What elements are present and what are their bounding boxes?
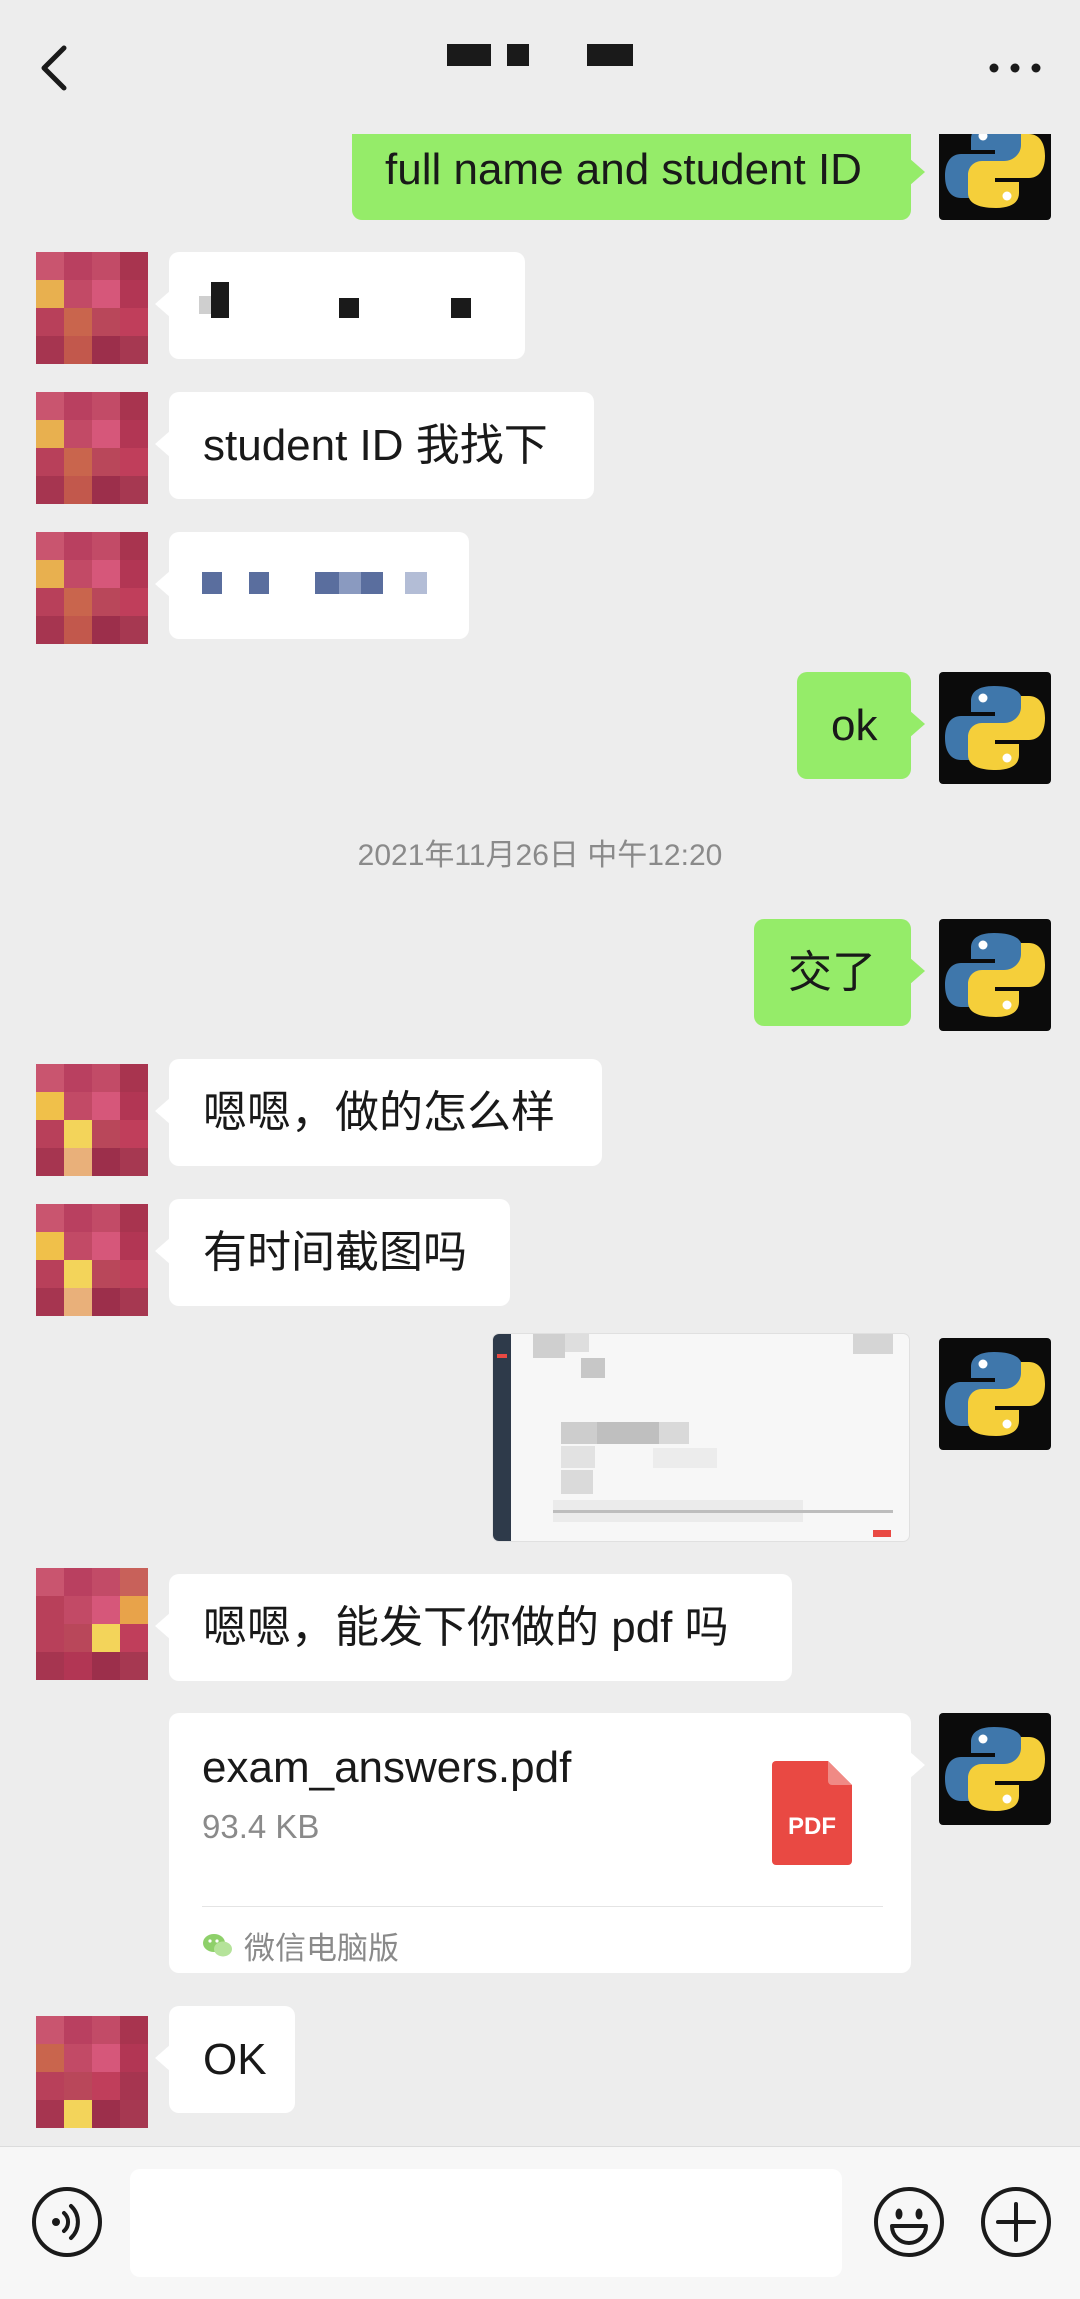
python-logo-icon (945, 1727, 1045, 1811)
message-text: 交了 (788, 948, 876, 997)
redacted-text (199, 296, 211, 314)
message-text: full name and student ID (385, 145, 862, 194)
redacted-text (339, 298, 359, 318)
python-logo-icon (945, 933, 1045, 1017)
chat-header (0, 0, 1080, 134)
wechat-icon (203, 1933, 232, 1956)
message-list[interactable]: full name and student ID student ID 我找下 (0, 0, 1080, 2146)
message-bubble-received[interactable]: 有时间截图吗 (155, 1199, 510, 1306)
divider (202, 1906, 883, 1907)
voice-icon (32, 2187, 102, 2257)
chat-input-bar (0, 2146, 1080, 2299)
redacted-text (361, 572, 383, 594)
contact-avatar[interactable] (36, 1064, 148, 1176)
message-text: ok (831, 701, 878, 750)
message-timestamp: 2021年11月26日 中午12:20 (357, 839, 723, 872)
image-message-thumbnail[interactable] (493, 1334, 909, 1541)
more-dots-icon (989, 63, 1041, 73)
redacted-text (405, 572, 427, 594)
message-bubble-received[interactable]: 嗯嗯，做的怎么样 (155, 1059, 602, 1166)
file-source-label: 微信电脑版 (244, 1931, 399, 1966)
redacted-text (211, 282, 229, 318)
contact-avatar[interactable] (36, 1568, 148, 1680)
plus-icon (981, 2187, 1051, 2257)
message-bubble-received[interactable] (155, 532, 469, 639)
voice-input-button[interactable] (30, 2185, 104, 2259)
message-bubble-sent[interactable]: ok (797, 672, 925, 779)
pdf-file-icon: PDF (772, 1761, 852, 1865)
emoji-button[interactable] (872, 2185, 946, 2259)
message-input[interactable] (130, 2169, 842, 2277)
my-avatar[interactable] (939, 919, 1051, 1031)
message-bubble-received[interactable]: student ID 我找下 (155, 392, 594, 499)
contact-avatar[interactable] (36, 1204, 148, 1316)
message-bubble-received[interactable] (155, 252, 525, 359)
contact-avatar[interactable] (36, 392, 148, 504)
redacted-title (447, 44, 491, 66)
python-logo-icon (945, 1352, 1045, 1436)
pdf-label: PDF (788, 1813, 836, 1840)
file-message-card[interactable]: exam_answers.pdf 93.4 KB PDF 微信电脑版 (169, 1713, 925, 1973)
more-functions-button[interactable] (979, 2185, 1053, 2259)
redacted-text (202, 572, 222, 594)
chat-title (0, 44, 1080, 88)
more-options-button[interactable] (980, 40, 1050, 96)
contact-avatar[interactable] (36, 252, 148, 364)
message-text: student ID 我找下 (203, 421, 548, 470)
redacted-text (315, 572, 339, 594)
redacted-title (587, 44, 633, 66)
message-bubble-received[interactable]: 嗯嗯，能发下你做的 pdf 吗 (155, 1574, 792, 1681)
redacted-text (339, 572, 361, 594)
message-text: OK (203, 2035, 267, 2084)
contact-avatar[interactable] (36, 532, 148, 644)
message-bubble-sent[interactable]: 交了 (754, 919, 925, 1026)
redacted-title (507, 44, 529, 66)
message-bubble-received[interactable]: OK (155, 2006, 295, 2113)
message-text: 有时间截图吗 (203, 1228, 467, 1277)
message-text: 嗯嗯，能发下你做的 pdf 吗 (203, 1603, 729, 1652)
my-avatar[interactable] (939, 1338, 1051, 1450)
redacted-text (249, 572, 269, 594)
file-source: 微信电脑版 (202, 1923, 399, 1968)
redacted-text (451, 298, 471, 318)
file-size: 93.4 KB (202, 1808, 320, 1845)
my-avatar[interactable] (939, 672, 1051, 784)
python-logo-icon (945, 686, 1045, 770)
my-avatar[interactable] (939, 1713, 1051, 1825)
file-name: exam_answers.pdf (202, 1743, 572, 1792)
message-text: 嗯嗯，做的怎么样 (203, 1088, 555, 1137)
contact-avatar[interactable] (36, 2016, 148, 2128)
emoji-icon (874, 2187, 944, 2257)
message-bubble-sent[interactable]: full name and student ID (352, 120, 925, 220)
